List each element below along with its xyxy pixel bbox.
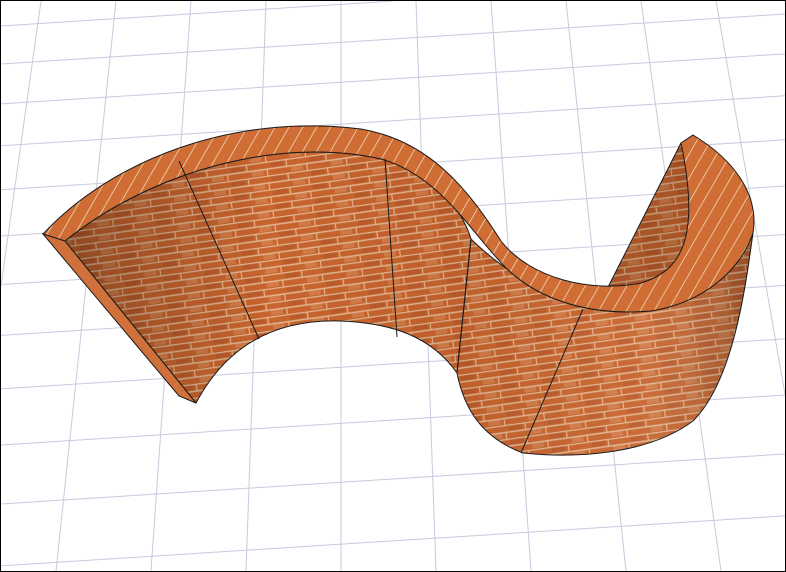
- grid-line: [1, 453, 785, 505]
- scene: [1, 1, 785, 571]
- grid-line: [1, 1, 394, 27]
- grid-line: [1, 515, 785, 567]
- 3d-viewport[interactable]: [0, 0, 786, 572]
- grid-line: [1, 53, 785, 105]
- brick-wall[interactable]: [41, 125, 755, 456]
- grid-line: [1, 13, 785, 65]
